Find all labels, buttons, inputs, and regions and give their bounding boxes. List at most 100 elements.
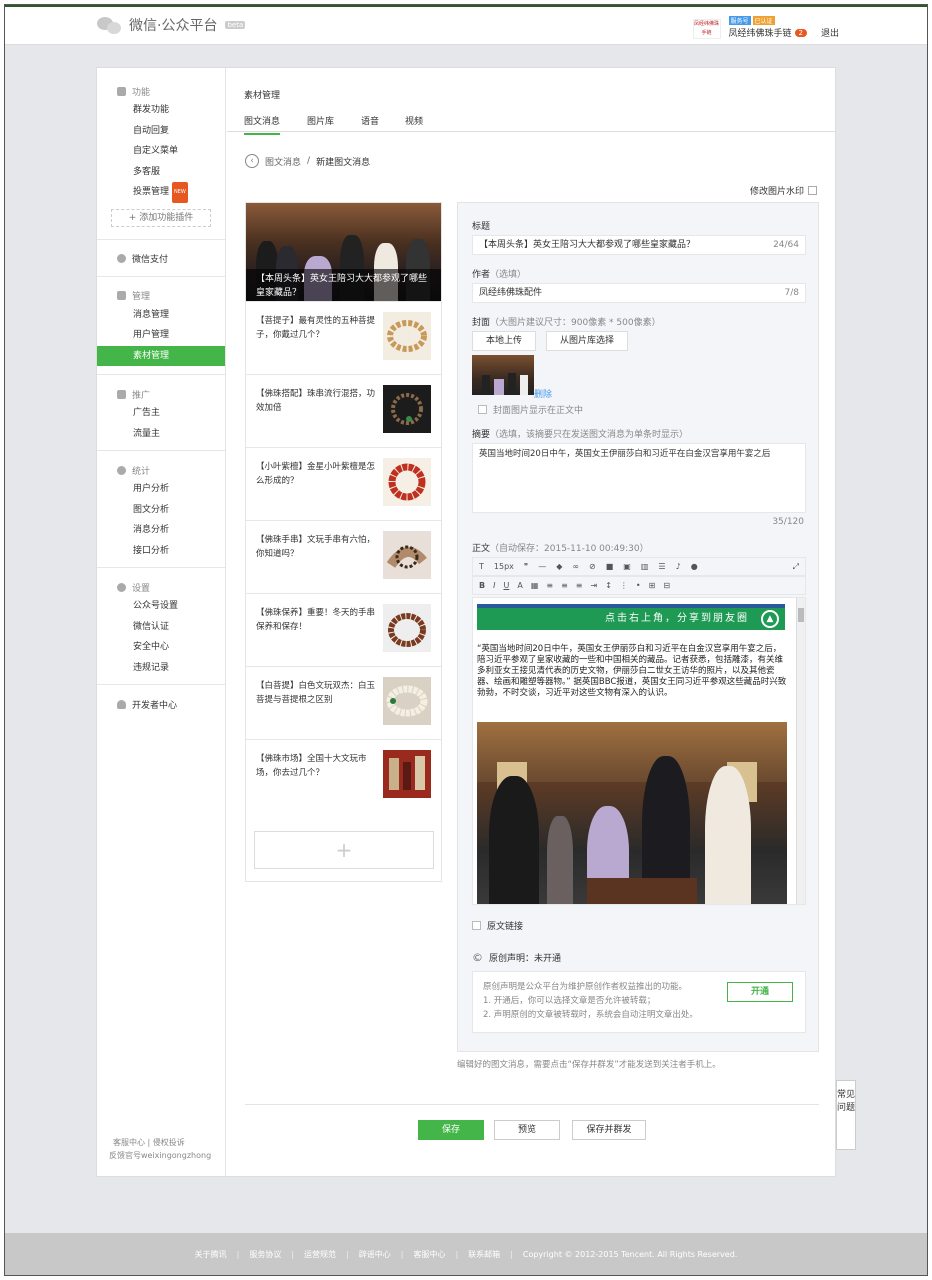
sidebar-footer-links[interactable]: 客服中心 | 侵权投诉	[109, 1136, 211, 1149]
vote-icon[interactable]: ☰	[658, 562, 665, 571]
tab-voice[interactable]: 语音	[361, 114, 379, 127]
link-icon[interactable]: ∞	[572, 562, 579, 571]
checkbox-icon[interactable]	[478, 405, 487, 414]
sidebar-item-materials[interactable]: 素材管理	[97, 345, 225, 366]
hr-icon[interactable]: —	[538, 562, 546, 571]
unordered-list-icon[interactable]: •	[636, 581, 641, 590]
sidebar-group-function: 功能	[97, 82, 225, 100]
sidebar-item-verification[interactable]: 微信认证	[97, 617, 225, 638]
article-list: 【本周头条】英女王陪习大大都参观了哪些皇家藏品？ 【菩提子】最有灵性的五种菩提子…	[245, 202, 442, 882]
author-input[interactable]: 凤经纬佛珠配件 7/8	[472, 283, 806, 303]
sidebar-item-custom-menu[interactable]: 自定义菜单	[97, 141, 225, 162]
chart-icon[interactable]: ▥	[641, 562, 649, 571]
notice-count-badge[interactable]: 2	[794, 28, 807, 37]
list-item[interactable]: 【佛珠市场】全国十大文玩市场，你去过几个？	[246, 739, 441, 812]
footer-link[interactable]: 服务协议	[249, 1249, 281, 1260]
sidebar-item-auto-reply[interactable]: 自动回复	[97, 121, 225, 142]
sidebar-item-wechat-pay[interactable]: 微信支付	[97, 250, 225, 268]
sidebar-item-users[interactable]: 用户管理	[97, 325, 225, 346]
image-icon[interactable]: ▣	[623, 562, 631, 571]
music-icon[interactable]: ♪	[676, 562, 681, 571]
list-item[interactable]: 【佛珠手串】文玩手串有六怕，你知道吗？	[246, 520, 441, 593]
footer-link[interactable]: 客服中心	[413, 1249, 445, 1260]
video-icon[interactable]: ■	[606, 562, 614, 571]
bg-color-icon[interactable]: ▦	[531, 581, 539, 590]
bold-icon[interactable]: B	[479, 581, 485, 590]
tab-images[interactable]: 图片库	[307, 114, 334, 127]
cover-in-body-checkbox[interactable]: 封面图片显示在正文中	[478, 403, 583, 416]
ordered-list-icon[interactable]: ⋮	[620, 581, 628, 590]
sidebar-item-api-analysis[interactable]: 接口分析	[97, 541, 225, 562]
checkbox-icon[interactable]	[808, 186, 817, 195]
indent-icon[interactable]: ⇥	[590, 581, 597, 590]
body-editor[interactable]: 点击右上角，分享到朋友圈 ▲ “英国当地时间20日中午，英国女王伊丽莎白和习近平在…	[472, 597, 806, 905]
enable-original-button[interactable]: 开通	[727, 982, 793, 1002]
footer-link[interactable]: 辟谣中心	[359, 1249, 391, 1260]
sidebar-item-user-analysis[interactable]: 用户分析	[97, 479, 225, 500]
more-icon[interactable]: ⊟	[663, 581, 670, 590]
cover-delete-link[interactable]: 删除	[534, 387, 552, 400]
sidebar-item-messages[interactable]: 消息管理	[97, 305, 225, 326]
upload-local-button[interactable]: 本地上传	[472, 331, 536, 351]
sidebar-item-violations[interactable]: 违规记录	[97, 658, 225, 679]
align-right-icon[interactable]: ≡	[576, 581, 583, 590]
list-item[interactable]: 【白菩提】白色文玩双杰：白玉菩提与菩提根之区别	[246, 666, 441, 739]
sidebar-item-advertiser[interactable]: 广告主	[97, 403, 225, 424]
sidebar-item-message-analysis[interactable]: 消息分析	[97, 520, 225, 541]
title-label: 标题	[472, 222, 491, 232]
eraser-icon[interactable]: ◆	[556, 562, 562, 571]
original-link-checkbox[interactable]: 原文链接	[472, 919, 523, 932]
lead-article[interactable]: 【本周头条】英女王陪习大大都参观了哪些皇家藏品？	[246, 203, 441, 301]
tab-video[interactable]: 视频	[405, 114, 423, 127]
sidebar-item-publisher[interactable]: 流量主	[97, 424, 225, 445]
beta-badge: beta	[225, 21, 246, 29]
breadcrumb: ‹ 图文消息 / 新建图文消息	[245, 154, 370, 168]
mic-icon[interactable]: ●	[691, 562, 698, 571]
logout-link[interactable]: 退出	[821, 26, 839, 39]
text-format-icon[interactable]: T	[479, 562, 484, 571]
unlink-icon[interactable]: ⊘	[589, 562, 596, 571]
list-item[interactable]: 【菩提子】最有灵性的五种菩提子，你戴过几个？	[246, 301, 441, 374]
font-color-icon[interactable]: A	[517, 581, 522, 590]
sidebar-item-developer[interactable]: 开发者中心	[97, 695, 225, 713]
add-plugin-button[interactable]: + 添加功能插件	[111, 208, 211, 227]
underline-icon[interactable]: U	[503, 581, 509, 590]
breadcrumb-parent[interactable]: 图文消息	[265, 155, 301, 168]
sidebar-item-mass-send[interactable]: 群发功能	[97, 100, 225, 121]
sidebar-item-customer-service[interactable]: 多客服	[97, 162, 225, 183]
account-name[interactable]: 凤经纬佛珠手链	[729, 26, 792, 39]
table-icon[interactable]: ⊞	[649, 581, 656, 590]
align-center-icon[interactable]: ≡	[561, 581, 568, 590]
italic-icon[interactable]: I	[493, 581, 495, 590]
account-avatar[interactable]: 凤经纬佛珠手链	[692, 19, 721, 39]
upload-library-button[interactable]: 从图片库选择	[546, 331, 628, 351]
align-left-icon[interactable]: ≡	[546, 581, 553, 590]
sidebar-item-vote[interactable]: 投票管理 NEW	[97, 182, 225, 203]
preview-button[interactable]: 预览	[494, 1120, 560, 1140]
logo[interactable]: 微信·公众平台 beta	[97, 15, 246, 35]
quote-icon[interactable]: ❞	[524, 562, 528, 571]
title-input[interactable]: 【本周头条】英女王陪习大大都参观了哪些皇家藏品？ 24/64	[472, 235, 806, 255]
footer-link[interactable]: 联系邮箱	[468, 1249, 500, 1260]
faq-button[interactable]: 常见问题	[836, 1080, 856, 1150]
sidebar-item-security[interactable]: 安全中心	[97, 637, 225, 658]
sidebar-item-account-settings[interactable]: 公众号设置	[97, 596, 225, 617]
add-article-button[interactable]: +	[254, 831, 434, 869]
list-item[interactable]: 【小叶紫檀】金星小叶紫檀是怎么形成的？	[246, 447, 441, 520]
save-send-button[interactable]: 保存并群发	[572, 1120, 646, 1140]
tab-articles[interactable]: 图文消息	[244, 114, 281, 135]
sidebar-item-article-analysis[interactable]: 图文分析	[97, 500, 225, 521]
footer-link[interactable]: 关于腾讯	[195, 1249, 227, 1260]
font-size-select[interactable]: 15px	[494, 562, 514, 571]
fullscreen-icon[interactable]: ⤢	[793, 562, 805, 572]
save-button[interactable]: 保存	[418, 1120, 484, 1140]
watermark-setting[interactable]: 修改图片水印	[750, 184, 817, 197]
body-scrollbar[interactable]	[796, 598, 805, 904]
summary-textarea[interactable]: 英国当地时间20日中午，英国女王伊丽莎白和习近平在白金汉宫享用午宴之后	[472, 443, 806, 513]
list-item[interactable]: 【佛珠搭配】珠串流行混搭，功效加倍	[246, 374, 441, 447]
line-height-icon[interactable]: ↕	[605, 581, 612, 590]
back-arrow-icon[interactable]: ‹	[245, 154, 259, 168]
footer-link[interactable]: 运营规范	[304, 1249, 336, 1260]
checkbox-icon[interactable]	[472, 921, 481, 930]
list-item[interactable]: 【佛珠保养】重要！冬天的手串保养和保存！	[246, 593, 441, 666]
